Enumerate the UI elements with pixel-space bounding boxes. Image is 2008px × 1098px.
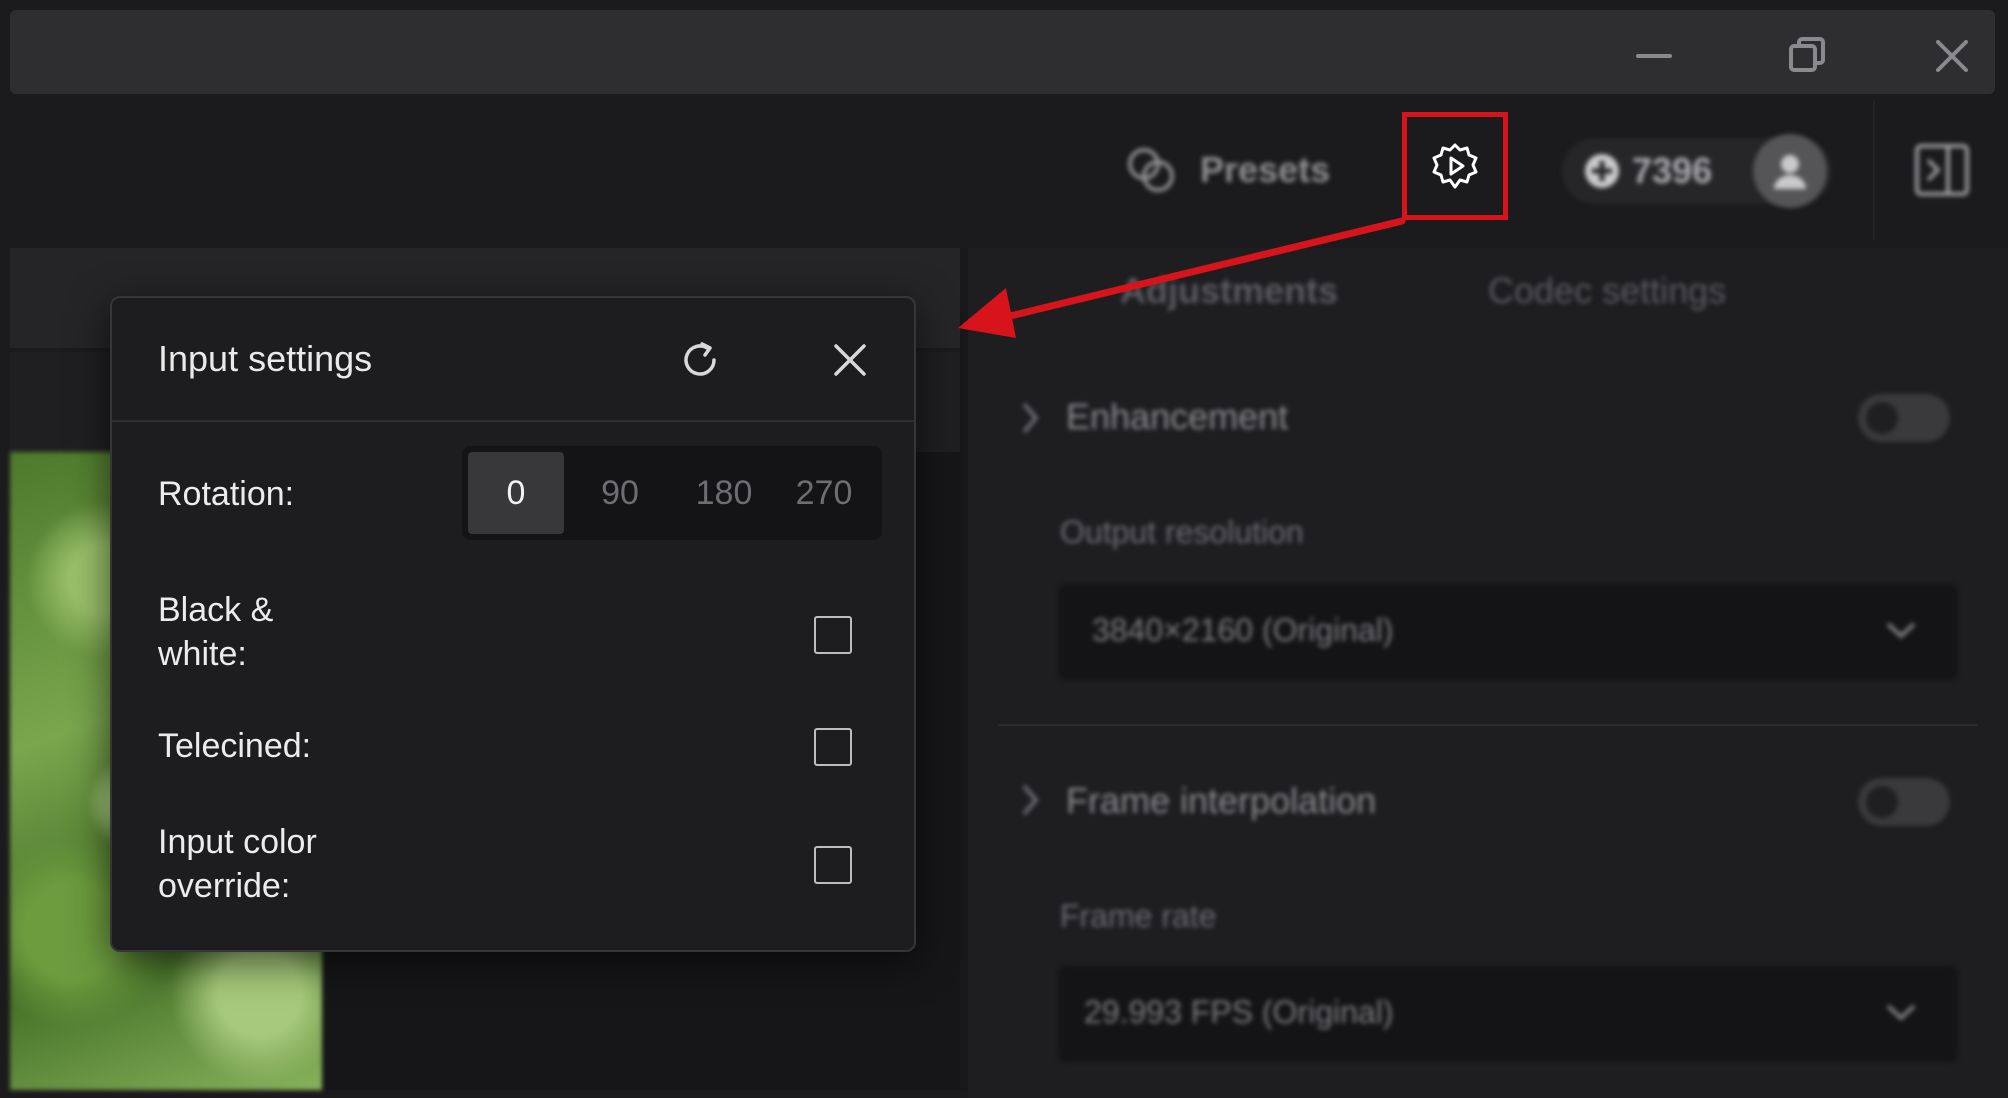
telecined-checkbox[interactable] [814,728,852,766]
rotation-option-180[interactable]: 180 [676,452,772,534]
color-override-checkbox[interactable] [814,846,852,884]
dialog-title: Input settings [158,338,373,379]
panel-splitter[interactable] [960,248,968,1090]
rotation-label: Rotation: [158,475,295,513]
section-divider [998,724,1978,726]
chevron-right-icon[interactable] [1018,398,1042,438]
telecined-label: Telecined: [158,727,312,765]
title-bar [10,10,1995,94]
presets-label: Presets [1200,149,1331,190]
toolbar-divider [1873,100,1875,240]
frame-rate-select[interactable]: 29.993 FPS (Original) [1058,966,1958,1062]
rotation-selector: 0 90 180 270 [462,446,882,540]
output-resolution-select[interactable]: 3840×2160 (Original) [1058,584,1958,680]
tab-codec-settings[interactable]: Codec settings [1488,270,1726,312]
color-override-label-line1: Input color [158,823,317,861]
frame-interpolation-toggle[interactable] [1858,778,1950,826]
output-resolution-label: Output resolution [1060,514,1304,550]
tab-adjustments[interactable]: Adjustments [1120,270,1338,312]
chevron-right-icon[interactable] [1018,780,1042,820]
reset-icon[interactable] [676,336,724,384]
minimize-icon[interactable] [1630,32,1678,80]
credit-coin-icon [1585,154,1619,188]
settings-tabs: Adjustments Codec settings [968,248,2008,348]
close-icon[interactable] [1928,32,1976,80]
color-override-label: Input color override: [158,820,317,908]
black-white-label-line2: white: [158,635,247,673]
gear-play-icon [1432,143,1478,189]
dialog-header: Input settings [112,298,914,422]
settings-panel: Adjustments Codec settings Enhancement O… [968,248,2008,1098]
presets-icon [1128,148,1174,192]
input-settings-dialog: Input settings Rotation: 0 90 180 270 Bl… [110,296,916,952]
credits-count: 7396 [1632,150,1713,191]
black-white-label: Black & white: [158,588,273,676]
chevron-down-icon [1886,622,1916,639]
enhancement-toggle[interactable] [1858,394,1950,442]
rotation-option-270[interactable]: 270 [776,452,872,534]
rotation-option-0[interactable]: 0 [468,452,564,534]
enhancement-title: Enhancement [1066,396,1289,437]
input-settings-button[interactable] [1402,112,1508,220]
panel-toggle-icon[interactable] [1912,140,1972,200]
user-icon[interactable] [1753,134,1827,208]
chevron-down-icon [1886,1004,1916,1021]
frame-interpolation-title: Frame interpolation [1066,780,1377,821]
presets-button[interactable]: Presets [1122,140,1330,200]
rotation-option-90[interactable]: 90 [572,452,668,534]
output-resolution-value: 3840×2160 (Original) [1092,612,1394,648]
frame-rate-value: 29.993 FPS (Original) [1084,994,1394,1030]
close-icon[interactable] [826,336,874,384]
black-white-checkbox[interactable] [814,616,852,654]
restore-icon[interactable] [1783,32,1831,80]
app-window: Presets 7396 Adjustments Codec settings … [0,0,2008,1098]
black-white-label-line1: Black & [158,591,274,629]
color-override-label-line2: override: [158,867,291,905]
frame-rate-label: Frame rate [1060,898,1217,934]
